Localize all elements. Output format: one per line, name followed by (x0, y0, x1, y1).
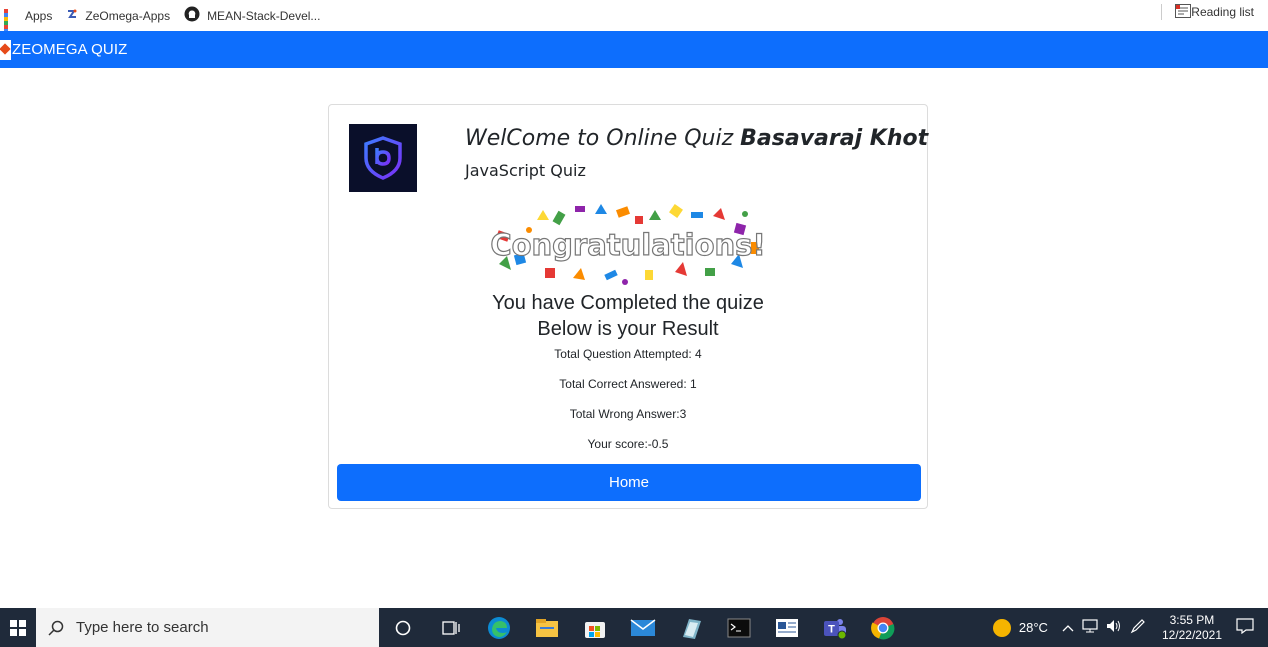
news-icon (776, 618, 798, 637)
congratulations-text: Congratulations! (490, 228, 765, 262)
taskbar-search-input[interactable]: Type here to search (36, 608, 379, 647)
user-name: Basavaraj Khot (740, 126, 929, 151)
navbar: ZEOMEGA QUIZ (0, 31, 1268, 68)
apps-grid-icon (4, 8, 18, 45)
bookmark-divider (1161, 4, 1162, 20)
volume-icon[interactable] (1106, 619, 1122, 636)
taskbar-chrome[interactable] (859, 608, 907, 647)
mail-icon (630, 618, 656, 636)
bookmark-zeomega-apps[interactable]: ZeOmega-Apps (66, 4, 170, 28)
stat-wrong: Total Wrong Answer:3 (569, 407, 687, 421)
edge-icon (488, 616, 510, 639)
brand-label: ZEOMEGA QUIZ (12, 41, 128, 58)
zeomega-icon (66, 8, 78, 23)
congratulations-image: Congratulations! (485, 202, 771, 288)
system-tray: 28°C 3:55 PM 12/22/2021 (992, 608, 1268, 647)
taskbar-terminal[interactable] (715, 608, 763, 647)
teams-icon: T (824, 618, 847, 639)
terminal-icon (727, 618, 751, 637)
bookmark-label: Apps (25, 8, 53, 23)
clock-date: 12/22/2021 (1161, 627, 1222, 642)
taskbar-notepad[interactable] (667, 608, 715, 647)
bookmark-apps[interactable]: Apps (4, 4, 53, 45)
taskbar-store[interactable] (571, 608, 619, 647)
result-card: WelCome to Online Quiz Basavaraj Khot Ja… (328, 104, 928, 509)
start-button[interactable] (0, 608, 36, 647)
bookmark-label: ZeOmega-Apps (85, 8, 171, 23)
weather-temperature[interactable]: 28°C (1019, 620, 1048, 635)
clock[interactable]: 3:55 PM 12/22/2021 (1162, 613, 1222, 643)
weather-icon[interactable] (992, 618, 1011, 637)
notifications-icon[interactable] (1236, 618, 1254, 637)
home-button[interactable]: Home (337, 464, 921, 501)
reading-list-label: Reading list (1191, 5, 1254, 19)
stat-correct: Total Correct Answered: 1 (559, 377, 697, 391)
result-heading: Below is your Result (537, 318, 719, 340)
taskbar-edge[interactable] (475, 608, 523, 647)
notepad-icon (683, 618, 701, 639)
github-icon (184, 6, 200, 25)
task-view-icon (442, 620, 460, 635)
completed-message: You have Completed the quize (492, 292, 764, 314)
quiz-logo-icon (349, 124, 417, 192)
brand-link[interactable]: ZEOMEGA QUIZ (0, 39, 128, 60)
welcome-text: WelCome to Online Quiz (465, 126, 741, 151)
bookmarks-bar: Apps ZeOmega-Apps MEAN-Stack-Devel... Re… (0, 0, 1268, 45)
store-icon (585, 621, 605, 638)
file-explorer-icon (536, 618, 558, 637)
reading-list-button[interactable]: Reading list (1175, 0, 1254, 24)
bookmark-mean-stack[interactable]: MEAN-Stack-Devel... (184, 4, 320, 28)
brand-logo-icon (0, 39, 11, 60)
stat-score: Your score:-0.5 (587, 437, 669, 451)
pen-icon[interactable] (1130, 618, 1146, 637)
chrome-icon (871, 616, 895, 639)
taskbar-file-explorer[interactable] (523, 608, 571, 647)
taskbar-teams[interactable]: T (811, 608, 859, 647)
quiz-name: JavaScript Quiz (465, 161, 586, 180)
task-view-button[interactable] (427, 608, 475, 647)
windows-icon (10, 619, 26, 636)
svg-text:T: T (828, 623, 835, 635)
welcome-heading: WelCome to Online Quiz Basavaraj Khot (465, 126, 928, 151)
network-icon[interactable] (1082, 619, 1098, 636)
search-placeholder: Type here to search (76, 619, 209, 636)
taskbar-news[interactable] (763, 608, 811, 647)
taskbar-mail[interactable] (619, 608, 667, 647)
taskbar: Type here to search T 28°C 3:55 PM 12/22… (0, 608, 1268, 647)
search-icon (48, 620, 64, 636)
reading-list-icon (1175, 3, 1192, 21)
chevron-up-icon[interactable] (1062, 620, 1074, 635)
bookmark-label: MEAN-Stack-Devel... (207, 8, 321, 23)
cortana-button[interactable] (379, 608, 427, 647)
stat-attempted: Total Question Attempted: 4 (554, 347, 702, 361)
clock-time: 3:55 PM (1169, 612, 1215, 627)
cortana-icon (395, 620, 411, 635)
